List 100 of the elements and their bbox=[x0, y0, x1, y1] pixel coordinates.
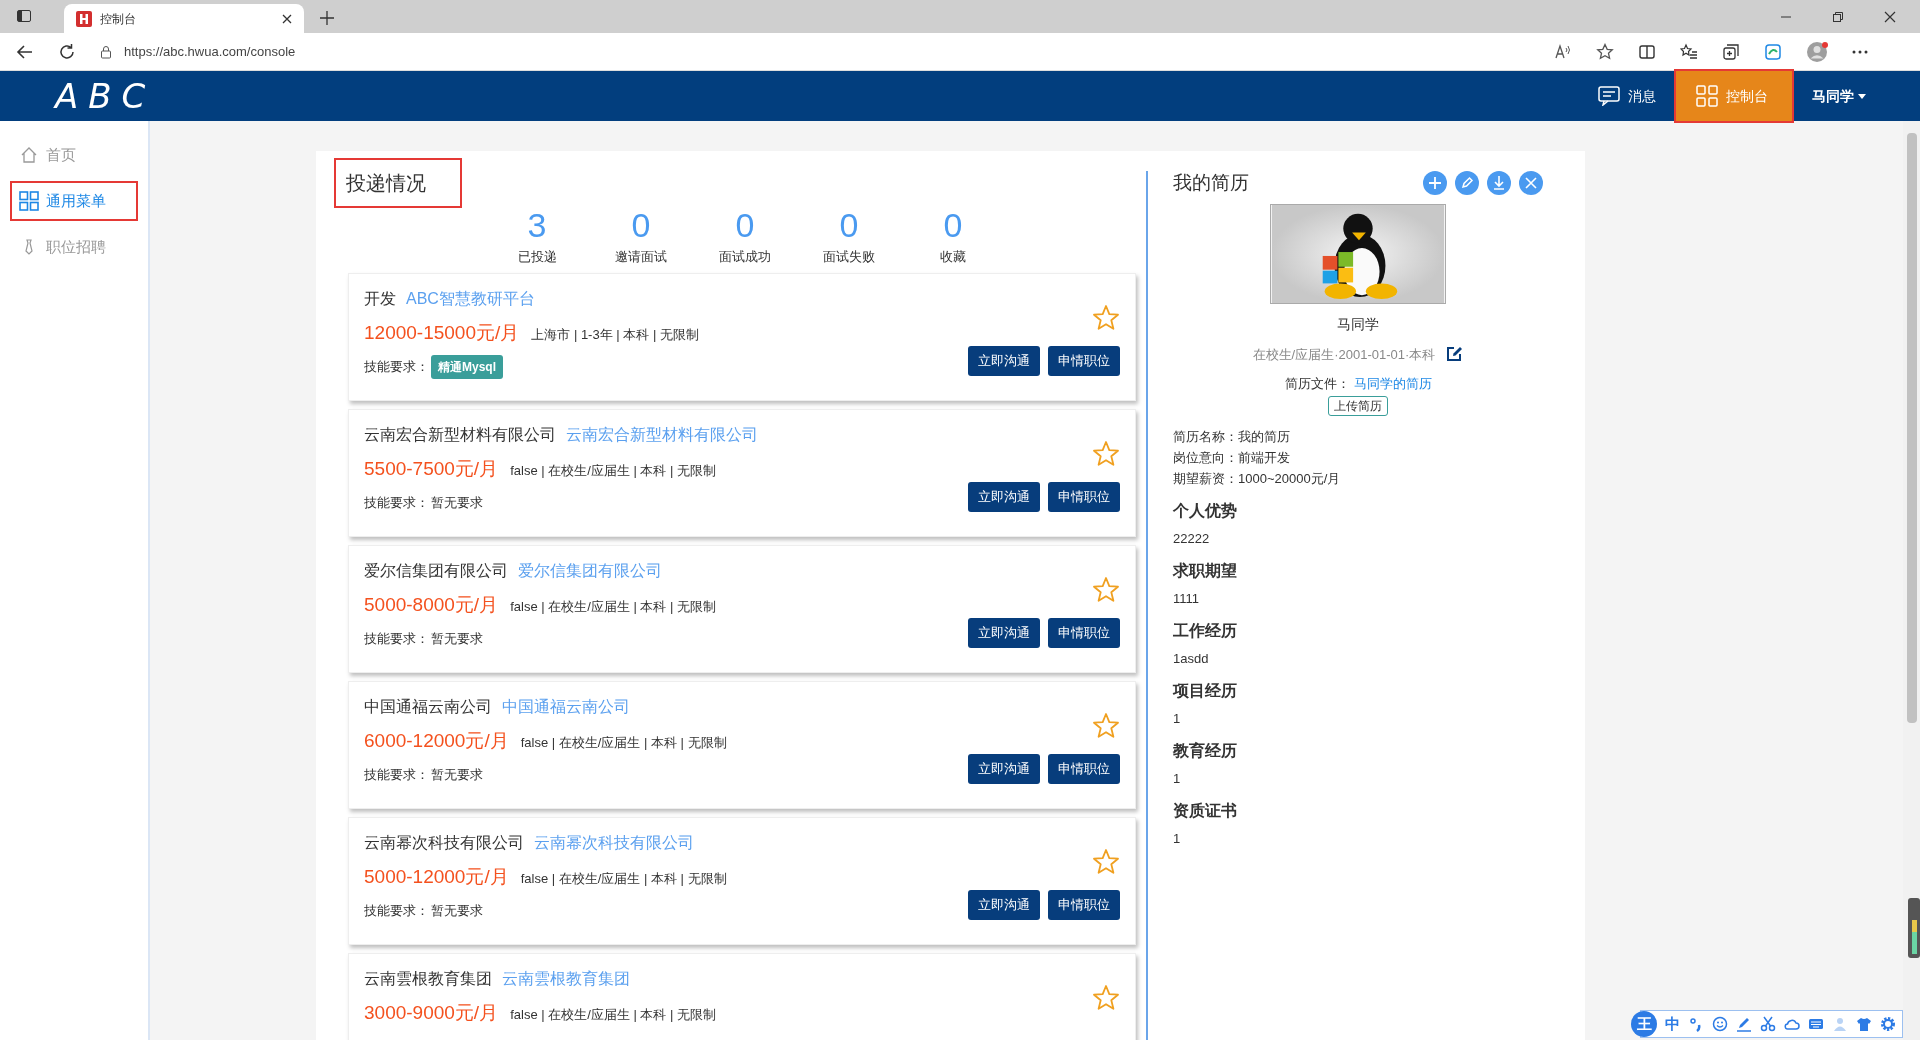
shirt-icon[interactable] bbox=[1856, 1016, 1872, 1032]
star-icon[interactable] bbox=[1092, 711, 1120, 740]
url-field[interactable]: https://abc.hwua.com/console bbox=[124, 41, 296, 62]
salary: 3000-9000元/月 bbox=[364, 1000, 499, 1025]
sidebar-item[interactable]: 通用菜单 bbox=[12, 183, 136, 219]
profile-avatar-icon[interactable] bbox=[1806, 40, 1828, 63]
download-icon[interactable] bbox=[1487, 171, 1511, 196]
skills-label: 技能要求： bbox=[364, 358, 429, 377]
settings-icon[interactable] bbox=[1880, 1016, 1896, 1032]
star-icon[interactable] bbox=[1092, 439, 1120, 468]
skill-text: 暂无要求 bbox=[431, 494, 483, 513]
stat-value: 0 bbox=[839, 205, 859, 246]
section-heading: 资质证书 bbox=[1173, 800, 1238, 821]
action-button[interactable]: 申情职位 bbox=[1048, 889, 1120, 920]
close-icon[interactable] bbox=[282, 13, 292, 24]
position-title: 中国通福云南公司 bbox=[364, 696, 492, 717]
section-heading: 教育经历 bbox=[1173, 740, 1238, 761]
skills-label: 技能要求： bbox=[364, 630, 429, 649]
stat-value: 0 bbox=[735, 205, 755, 246]
collections-icon[interactable] bbox=[1722, 42, 1740, 61]
job-details: false | 在校生/应届生 | 本科 | 无限制 bbox=[510, 1005, 717, 1024]
section-value: 1 bbox=[1173, 829, 1182, 848]
stat-label: 面试成功 bbox=[719, 248, 771, 266]
browser-tab[interactable]: 控制台 bbox=[64, 4, 304, 33]
add-icon[interactable] bbox=[1423, 171, 1447, 196]
salary: 5500-7500元/月 bbox=[364, 456, 499, 481]
favorites-list-icon[interactable] bbox=[1680, 42, 1698, 61]
salary: 6000-12000元/月 bbox=[364, 728, 509, 753]
lock-icon bbox=[100, 44, 112, 59]
edit-icon[interactable] bbox=[1445, 345, 1464, 364]
upload-button[interactable]: 上传简历 bbox=[1328, 395, 1388, 416]
job-details: 上海市 | 1-3年 | 本科 | 无限制 bbox=[531, 325, 699, 344]
section-heading: 工作经历 bbox=[1173, 620, 1238, 641]
edit-pencil-icon[interactable] bbox=[1455, 171, 1479, 196]
section-value: 1 bbox=[1173, 709, 1182, 728]
section-heading: 求职期望 bbox=[1173, 560, 1238, 581]
skills-label: 技能要求： bbox=[364, 494, 429, 513]
back-icon[interactable] bbox=[16, 42, 34, 61]
skills-label: 技能要求： bbox=[364, 902, 429, 921]
stat-label: 收藏 bbox=[940, 248, 966, 266]
section-value: 1asdd bbox=[1173, 649, 1210, 668]
stat-label: 邀请面试 bbox=[615, 248, 667, 266]
home-icon bbox=[20, 146, 38, 164]
star-icon[interactable] bbox=[1092, 983, 1120, 1012]
emoji-icon[interactable] bbox=[1712, 1016, 1728, 1032]
action-button[interactable]: 申情职位 bbox=[1048, 481, 1120, 512]
star-icon[interactable] bbox=[1092, 847, 1120, 876]
skill-text: 暂无要求 bbox=[431, 766, 483, 785]
resume-name: 马同学 bbox=[1337, 314, 1379, 334]
star-icon[interactable] bbox=[1092, 303, 1120, 332]
split-screen-icon[interactable] bbox=[1638, 42, 1656, 61]
user-menu[interactable]: 马同学 bbox=[1792, 71, 1886, 121]
salary: 12000-15000元/月 bbox=[364, 320, 520, 345]
star-icon[interactable] bbox=[1092, 575, 1120, 604]
skill-tag: 精通Mysql bbox=[431, 355, 503, 379]
position-title: 云南雲根教育集团 bbox=[364, 968, 492, 989]
ime-logo[interactable]: 王 bbox=[1631, 1011, 1657, 1037]
resume-file-link[interactable]: 马同学的简历 bbox=[1353, 374, 1432, 394]
action-button[interactable]: 申情职位 bbox=[1048, 753, 1120, 784]
section-value: 22222 bbox=[1173, 529, 1211, 548]
caret-icon bbox=[1858, 93, 1866, 99]
browser-essentials-icon[interactable] bbox=[1764, 42, 1782, 61]
section-value: 1 bbox=[1173, 769, 1182, 788]
new-tab-icon[interactable] bbox=[320, 11, 334, 25]
action-button[interactable]: 立即沟通 bbox=[968, 481, 1040, 512]
action-button[interactable]: 申情职位 bbox=[1048, 345, 1120, 376]
close-icon[interactable] bbox=[1884, 11, 1896, 23]
position-title: 开发 bbox=[364, 288, 396, 309]
skill-text: 暂无要求 bbox=[431, 630, 483, 649]
logo: ABC bbox=[55, 79, 156, 113]
file-label: 简历文件： bbox=[1284, 375, 1350, 393]
tab-list-icon[interactable] bbox=[16, 8, 32, 24]
scissors-icon[interactable] bbox=[1760, 1016, 1776, 1032]
nav-item[interactable]: 消息 bbox=[1578, 71, 1676, 121]
resume-meta: 在校生/应届生·2001-01-01·本科 bbox=[1252, 345, 1436, 364]
salary: 5000-8000元/月 bbox=[364, 592, 499, 617]
action-button[interactable]: 立即沟通 bbox=[968, 889, 1040, 920]
action-button[interactable]: 立即沟通 bbox=[968, 753, 1040, 784]
restore-icon[interactable] bbox=[1832, 11, 1844, 23]
input-mode-toggle[interactable]: 中 bbox=[1665, 1012, 1680, 1036]
pen-icon[interactable] bbox=[1736, 1016, 1752, 1032]
action-button[interactable]: 立即沟通 bbox=[968, 617, 1040, 648]
read-aloud-icon[interactable] bbox=[1554, 42, 1572, 61]
skills-label: 技能要求： bbox=[364, 766, 429, 785]
position-title: 云南宏合新型材料有限公司 bbox=[364, 424, 556, 445]
keyboard-icon[interactable] bbox=[1808, 1016, 1824, 1032]
chat-icon bbox=[1598, 86, 1620, 106]
resume-title: 我的简历 bbox=[1173, 171, 1249, 195]
section-heading: 项目经历 bbox=[1173, 680, 1238, 701]
more-icon[interactable] bbox=[1852, 49, 1868, 54]
stat-value: 3 bbox=[527, 205, 547, 246]
position-title: 爱尔信集团有限公司 bbox=[364, 560, 508, 581]
refresh-icon[interactable] bbox=[58, 42, 76, 61]
action-button[interactable]: 申情职位 bbox=[1048, 617, 1120, 648]
info-line: 岗位意向：前端开发 bbox=[1173, 448, 1291, 467]
action-button[interactable]: 立即沟通 bbox=[968, 345, 1040, 376]
section-value: 1111 bbox=[1173, 589, 1201, 608]
grid-icon bbox=[19, 191, 39, 211]
tie-icon bbox=[24, 239, 34, 255]
favorite-star-icon[interactable] bbox=[1596, 42, 1614, 61]
